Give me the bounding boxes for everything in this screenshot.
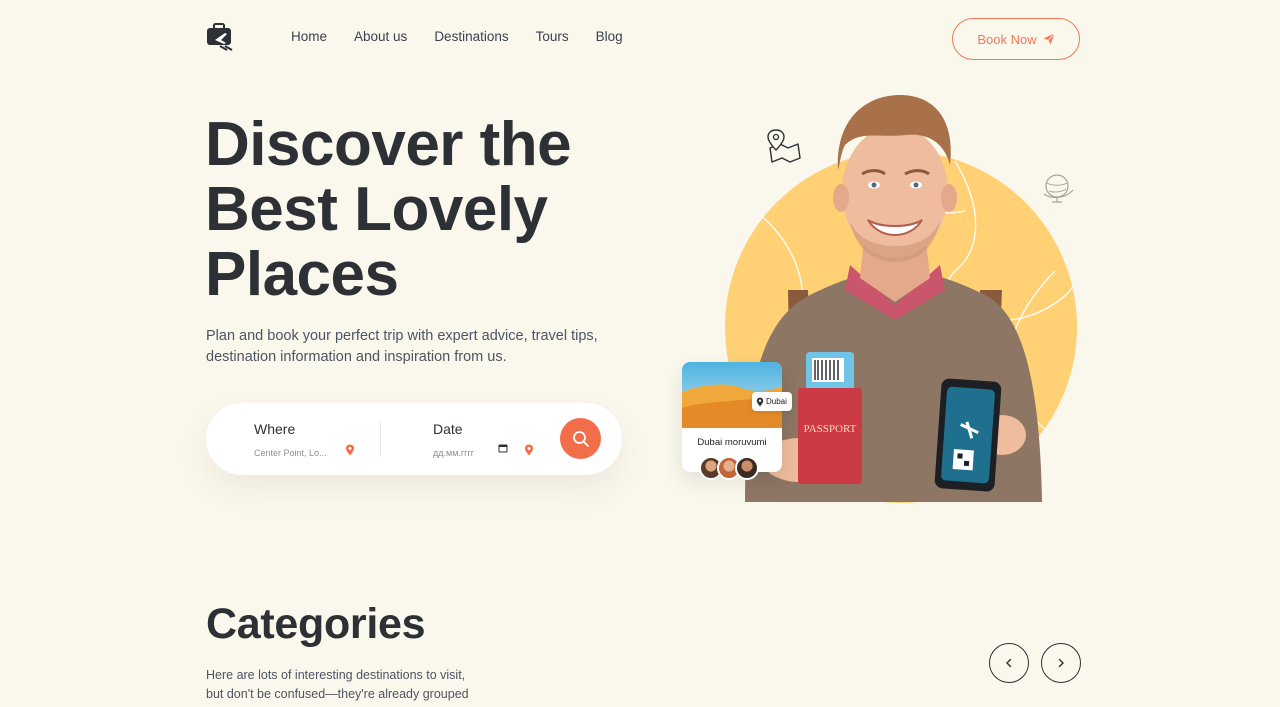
hero-subtitle-line-2: destination information and inspiration …	[206, 349, 507, 365]
categories-description-line-1: Here are lots of interesting destination…	[206, 668, 466, 682]
logo-icon[interactable]	[205, 22, 239, 52]
search-divider	[380, 421, 381, 457]
calendar-icon[interactable]	[498, 443, 508, 453]
location-tag: Dubai	[752, 392, 792, 411]
location-pin-icon	[756, 397, 764, 406]
passport-text: PASSPORT	[804, 423, 857, 435]
chevron-right-icon	[1058, 658, 1064, 668]
book-now-label: Book Now	[977, 31, 1037, 47]
hero-title-line-2: Best Lovely	[205, 175, 548, 244]
hero-subtitle: Plan and book your perfect trip with exp…	[206, 326, 626, 368]
nav-destinations[interactable]: Destinations	[434, 29, 508, 44]
main-nav: Home About us Destinations Tours Blog	[291, 29, 650, 44]
map-pin-icon	[767, 129, 801, 163]
date-input[interactable]: дд.мм.гггг	[433, 448, 474, 458]
search-button[interactable]	[560, 418, 601, 459]
paper-plane-icon	[1043, 33, 1055, 45]
destination-card-title: Dubai moruvumi	[697, 437, 767, 448]
nav-tours[interactable]: Tours	[536, 29, 569, 44]
date-location-pin-icon	[525, 444, 533, 456]
traveler-avatars	[699, 456, 759, 480]
location-tag-label: Dubai	[766, 397, 787, 406]
date-field[interactable]: Date дд.мм.гггг	[433, 421, 474, 461]
nav-home[interactable]: Home	[291, 29, 327, 44]
where-label: Where	[254, 421, 296, 437]
search-icon	[572, 430, 589, 447]
categories-description-line-2: but don't be confused—they're already gr…	[206, 687, 469, 701]
hero-title: Discover the Best Lovely Places	[205, 112, 665, 307]
date-label: Date	[433, 421, 463, 437]
categories-description: Here are lots of interesting destination…	[206, 666, 496, 704]
next-button[interactable]	[1041, 643, 1081, 683]
categories-title: Categories	[206, 600, 426, 648]
where-input[interactable]: Center Point, Lo...	[254, 448, 327, 458]
book-now-button[interactable]: Book Now	[952, 18, 1080, 60]
where-field[interactable]: Where Center Point, Lo...	[254, 421, 327, 461]
hero-title-line-1: Discover the	[205, 110, 572, 179]
location-pin-icon	[346, 444, 354, 456]
avatar	[735, 456, 759, 480]
search-bar: Where Center Point, Lo... Date дд.мм.ггг…	[206, 403, 622, 475]
chevron-left-icon	[1006, 658, 1012, 668]
nav-about-us[interactable]: About us	[354, 29, 407, 44]
hero-subtitle-line-1: Plan and book your perfect trip with exp…	[206, 328, 598, 344]
prev-button[interactable]	[989, 643, 1029, 683]
nav-blog[interactable]: Blog	[596, 29, 623, 44]
hero-title-line-3: Places	[205, 240, 399, 309]
globe-icon	[1043, 174, 1074, 203]
